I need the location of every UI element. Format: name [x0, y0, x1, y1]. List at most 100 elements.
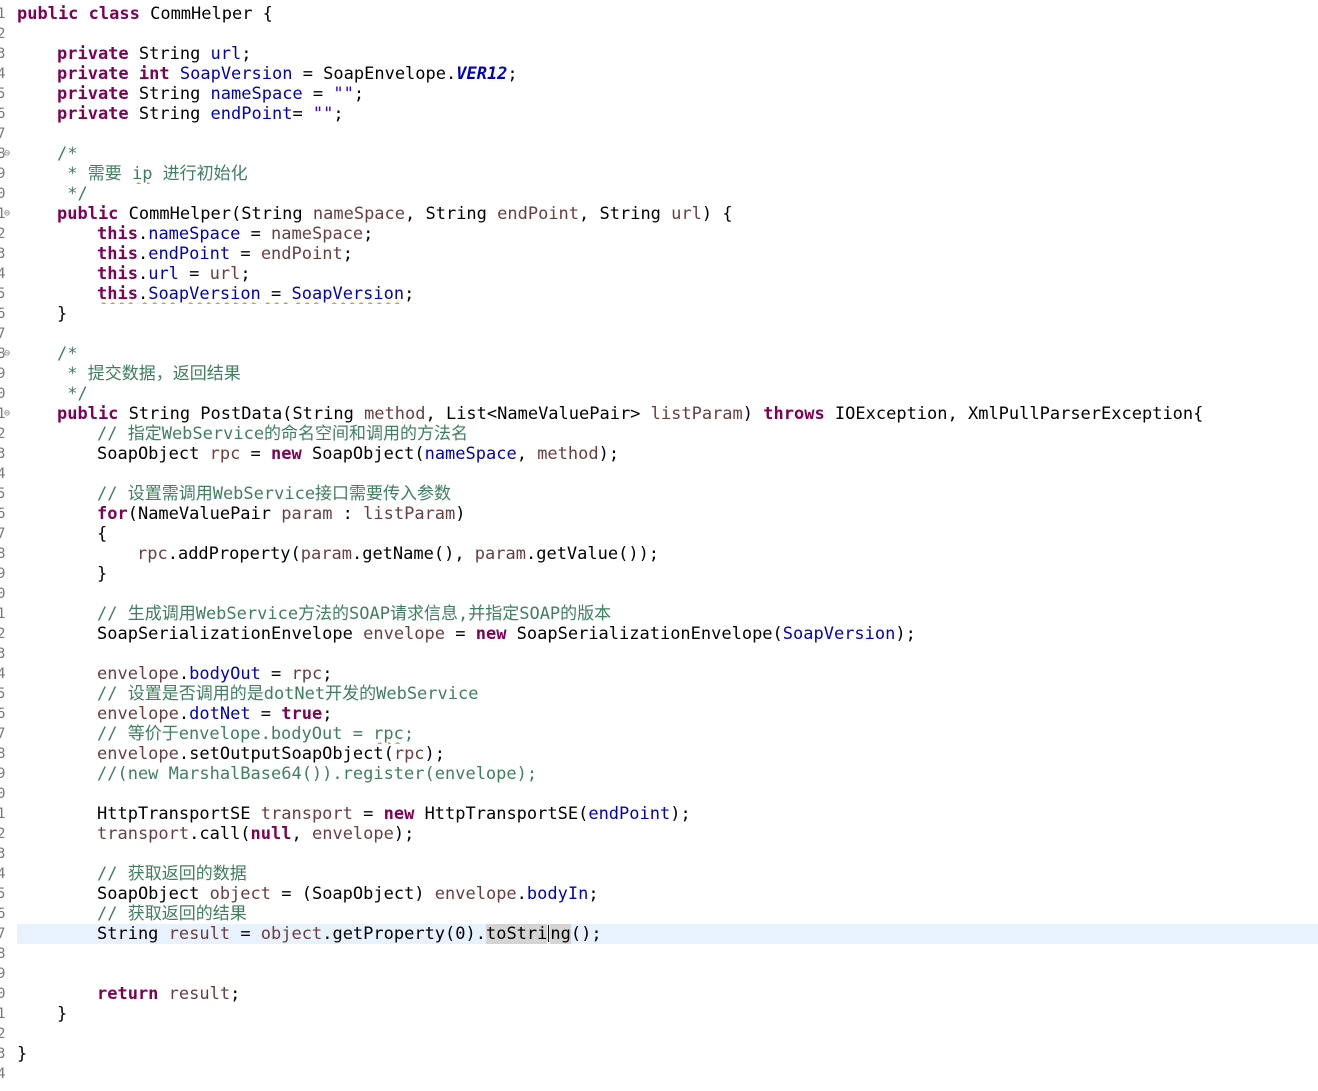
code-token: HttpTransportSE(: [414, 804, 589, 824]
code-token: =: [445, 624, 476, 644]
code-line[interactable]: [17, 24, 1318, 44]
code-line[interactable]: private String nameSpace = "";: [17, 84, 1318, 104]
code-token: url: [209, 264, 241, 284]
code-line[interactable]: SoapObject rpc = new SoapObject(nameSpac…: [17, 444, 1318, 464]
code-token: toStri: [485, 924, 548, 944]
code-token: .setOutputSoapObject(: [178, 744, 394, 764]
code-line[interactable]: */: [17, 184, 1318, 204]
code-line[interactable]: {: [17, 524, 1318, 544]
code-line[interactable]: rpc.addProperty(param.getName(), param.g…: [17, 544, 1318, 564]
code-line[interactable]: */: [17, 384, 1318, 404]
code-line[interactable]: this.endPoint = endPoint;: [17, 244, 1318, 264]
code-token: object: [209, 884, 272, 904]
code-line[interactable]: }: [17, 564, 1318, 584]
code-line[interactable]: // 指定WebService的命名空间和调用的方法名: [17, 424, 1318, 444]
code-token: /*: [57, 344, 78, 364]
code-token: String: [128, 44, 211, 64]
code-line[interactable]: [17, 464, 1318, 484]
code-line[interactable]: public CommHelper(String nameSpace, Stri…: [17, 204, 1318, 224]
code-line[interactable]: this.nameSpace = nameSpace;: [17, 224, 1318, 244]
code-token: :: [332, 504, 364, 524]
code-line[interactable]: // 获取返回的数据: [17, 864, 1318, 884]
code-token: bodyIn: [526, 884, 589, 904]
code-token: nameSpace: [424, 444, 517, 464]
code-line[interactable]: HttpTransportSE transport = new HttpTran…: [17, 804, 1318, 824]
code-token: // 生成调用WebService方法的SOAP请求信息,并指定SOAP的版本: [97, 604, 612, 624]
code-token: method: [364, 404, 426, 424]
code-line[interactable]: [17, 584, 1318, 604]
code-token: =: [240, 444, 272, 464]
code-line[interactable]: * 提交数据，返回结果: [17, 364, 1318, 384]
code-line[interactable]: }: [17, 1004, 1318, 1024]
code-line[interactable]: [17, 964, 1318, 984]
code-line[interactable]: /*: [17, 144, 1318, 164]
code-line[interactable]: }: [17, 304, 1318, 324]
code-line[interactable]: this.SoapVersion = SoapVersion;: [17, 284, 1318, 304]
code-token: method: [537, 444, 599, 464]
code-token: private: [57, 64, 129, 84]
code-token: private: [57, 84, 129, 104]
code-line[interactable]: public String PostData(String method, Li…: [17, 404, 1318, 424]
code-token: envelope: [97, 744, 179, 764]
code-line[interactable]: // 等价于envelope.bodyOut = rpc;: [17, 724, 1318, 744]
code-token: dotNet: [189, 704, 251, 724]
code-token: public: [57, 404, 119, 424]
code-token: =: [230, 924, 261, 944]
code-line[interactable]: }: [17, 1044, 1318, 1064]
code-line[interactable]: [17, 1064, 1318, 1084]
code-line[interactable]: [17, 844, 1318, 864]
code-line[interactable]: this.url = url;: [17, 264, 1318, 284]
code-line[interactable]: // 设置是否调用的是dotNet开发的WebService: [17, 684, 1318, 704]
code-line[interactable]: envelope.bodyOut = rpc;: [17, 664, 1318, 684]
code-line[interactable]: public class CommHelper {: [17, 4, 1318, 24]
java-code-editor[interactable]: 1 2 3 4 5 6 7 8 ⊖ 9 0 1 ⊖ 2 3 4 5 6 7 8 ⊖ 9 0 1 ⊖ 2 3 4 5 6 7 8 9 0 1 2 3 4 5 6…: [0, 0, 1318, 1091]
code-token: ;: [322, 704, 333, 724]
code-token: url: [210, 44, 242, 64]
code-token: * 需要: [57, 164, 132, 184]
code-line[interactable]: private int SoapVersion = SoapEnvelope.V…: [17, 64, 1318, 84]
code-token: =: [230, 244, 261, 264]
code-line[interactable]: // 生成调用WebService方法的SOAP请求信息,并指定SOAP的版本: [17, 604, 1318, 624]
code-line[interactable]: private String url;: [17, 44, 1318, 64]
code-line[interactable]: [17, 1024, 1318, 1044]
code-token: SoapVersion: [291, 284, 405, 304]
code-token: envelope: [311, 824, 394, 844]
code-line[interactable]: // 设置需调用WebService接口需要传入参数: [17, 484, 1318, 504]
code-token: nameSpace: [312, 204, 406, 224]
code-token: "": [312, 104, 334, 124]
code-token: null: [250, 824, 292, 844]
code-token: ();: [570, 924, 602, 944]
code-line[interactable]: [17, 944, 1318, 964]
code-token: SoapSerializationEnvelope(: [506, 624, 783, 644]
code-token: .call(: [189, 824, 251, 844]
code-line[interactable]: private String endPoint= "";: [17, 104, 1318, 124]
code-token: * 提交数据，返回结果: [57, 364, 241, 384]
code-token: private: [57, 44, 129, 64]
code-line[interactable]: * 需要 ip 进行初始化: [17, 164, 1318, 184]
code-line[interactable]: envelope.setOutputSoapObject(rpc);: [17, 744, 1318, 764]
code-line[interactable]: /*: [17, 344, 1318, 364]
code-token: //(new MarshalBase64()).register(envelop…: [97, 764, 538, 784]
code-line[interactable]: [17, 324, 1318, 344]
code-line[interactable]: [17, 784, 1318, 804]
code-line[interactable]: // 获取返回的结果: [17, 904, 1318, 924]
code-line[interactable]: //(new MarshalBase64()).register(envelop…: [17, 764, 1318, 784]
code-line[interactable]: for(NameValuePair param : listParam): [17, 504, 1318, 524]
code-line[interactable]: transport.call(null, envelope);: [17, 824, 1318, 844]
code-line[interactable]: envelope.dotNet = true;: [17, 704, 1318, 724]
code-line[interactable]: [17, 644, 1318, 664]
code-line[interactable]: SoapSerializationEnvelope envelope = new…: [17, 624, 1318, 644]
current-code-line[interactable]: String result = object.getProperty(0).to…: [17, 924, 1318, 944]
code-line[interactable]: return result;: [17, 984, 1318, 1004]
code-token: .addProperty(: [167, 544, 301, 564]
code-token: =: [302, 84, 334, 104]
code-token: true: [281, 704, 323, 724]
code-line[interactable]: [17, 124, 1318, 144]
code-token: ,: [291, 824, 312, 844]
code-area[interactable]: public class CommHelper { private String …: [0, 0, 1318, 1091]
code-line[interactable]: SoapObject object = (SoapObject) envelop…: [17, 884, 1318, 904]
code-token: =: [178, 264, 210, 284]
code-token: = (SoapObject): [271, 884, 435, 904]
code-token: SoapVersion: [179, 64, 293, 84]
code-token: = SoapEnvelope.: [292, 64, 457, 84]
